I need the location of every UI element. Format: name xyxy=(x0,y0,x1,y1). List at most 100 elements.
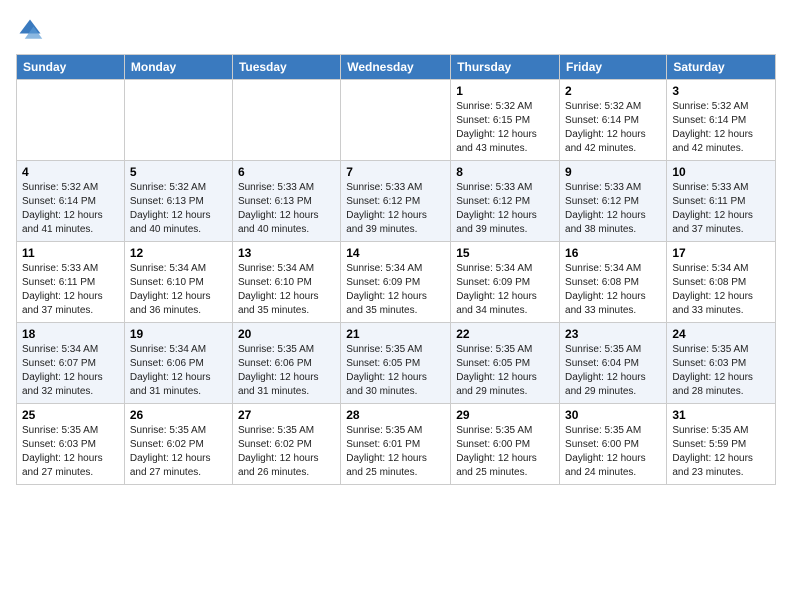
day-header-thursday: Thursday xyxy=(451,55,560,80)
calendar-cell: 19 Sunrise: 5:34 AM Sunset: 6:06 PM Dayli… xyxy=(124,323,232,404)
day-info: Sunrise: 5:34 AM Sunset: 6:07 PM Dayligh… xyxy=(22,343,119,399)
calendar-cell: 6 Sunrise: 5:33 AM Sunset: 6:13 PM Daylig… xyxy=(232,161,340,242)
calendar-cell: 23 Sunrise: 5:35 AM Sunset: 6:04 PM Dayli… xyxy=(560,323,667,404)
day-header-wednesday: Wednesday xyxy=(341,55,451,80)
calendar-week-5: 25 Sunrise: 5:35 AM Sunset: 6:03 PM Dayli… xyxy=(17,404,776,485)
day-header-sunday: Sunday xyxy=(17,55,125,80)
day-number: 4 xyxy=(22,165,119,179)
day-info: Sunrise: 5:33 AM Sunset: 6:11 PM Dayligh… xyxy=(672,181,770,237)
day-info: Sunrise: 5:35 AM Sunset: 6:02 PM Dayligh… xyxy=(130,424,227,480)
day-info: Sunrise: 5:35 AM Sunset: 6:06 PM Dayligh… xyxy=(238,343,335,399)
day-info: Sunrise: 5:35 AM Sunset: 6:05 PM Dayligh… xyxy=(346,343,445,399)
day-number: 28 xyxy=(346,408,445,422)
day-number: 2 xyxy=(565,84,661,98)
calendar-cell: 30Sunrise: 5:35 AM Sunset: 6:00 PM Dayli… xyxy=(560,404,667,485)
logo xyxy=(16,16,46,44)
day-info: Sunrise: 5:35 AM Sunset: 6:04 PM Dayligh… xyxy=(565,343,661,399)
day-info: Sunrise: 5:35 AM Sunset: 6:03 PM Dayligh… xyxy=(22,424,119,480)
day-number: 23 xyxy=(565,327,661,341)
day-info: Sunrise: 5:32 AM Sunset: 6:14 PM Dayligh… xyxy=(672,100,770,156)
day-info: Sunrise: 5:35 AM Sunset: 6:05 PM Dayligh… xyxy=(456,343,554,399)
day-number: 17 xyxy=(672,246,770,260)
day-header-row: SundayMondayTuesdayWednesdayThursdayFrid… xyxy=(17,55,776,80)
day-info: Sunrise: 5:32 AM Sunset: 6:15 PM Dayligh… xyxy=(456,100,554,156)
calendar-cell xyxy=(17,80,125,161)
day-number: 9 xyxy=(565,165,661,179)
day-number: 16 xyxy=(565,246,661,260)
day-info: Sunrise: 5:33 AM Sunset: 6:12 PM Dayligh… xyxy=(456,181,554,237)
day-number: 19 xyxy=(130,327,227,341)
calendar-cell: 14Sunrise: 5:34 AM Sunset: 6:09 PM Dayli… xyxy=(341,242,451,323)
calendar-cell xyxy=(124,80,232,161)
calendar-cell: 18 Sunrise: 5:34 AM Sunset: 6:07 PM Dayli… xyxy=(17,323,125,404)
day-number: 11 xyxy=(22,246,119,260)
day-info: Sunrise: 5:34 AM Sunset: 6:09 PM Dayligh… xyxy=(456,262,554,318)
day-info: Sunrise: 5:35 AM Sunset: 6:03 PM Dayligh… xyxy=(672,343,770,399)
calendar-table: SundayMondayTuesdayWednesdayThursdayFrid… xyxy=(16,54,776,485)
calendar-cell: 25 Sunrise: 5:35 AM Sunset: 6:03 PM Dayli… xyxy=(17,404,125,485)
calendar-cell: 4 Sunrise: 5:32 AM Sunset: 6:14 PM Daylig… xyxy=(17,161,125,242)
day-info: Sunrise: 5:33 AM Sunset: 6:12 PM Dayligh… xyxy=(565,181,661,237)
day-info: Sunrise: 5:32 AM Sunset: 6:13 PM Dayligh… xyxy=(130,181,227,237)
day-number: 1 xyxy=(456,84,554,98)
calendar-cell: 17 Sunrise: 5:34 AM Sunset: 6:08 PM Dayli… xyxy=(667,242,776,323)
day-number: 6 xyxy=(238,165,335,179)
calendar-cell: 22 Sunrise: 5:35 AM Sunset: 6:05 PM Dayli… xyxy=(451,323,560,404)
day-number: 30 xyxy=(565,408,661,422)
day-info: Sunrise: 5:34 AM Sunset: 6:10 PM Dayligh… xyxy=(130,262,227,318)
calendar-cell: 21 Sunrise: 5:35 AM Sunset: 6:05 PM Dayli… xyxy=(341,323,451,404)
calendar-cell: 3 Sunrise: 5:32 AM Sunset: 6:14 PM Daylig… xyxy=(667,80,776,161)
day-info: Sunrise: 5:34 AM Sunset: 6:08 PM Dayligh… xyxy=(565,262,661,318)
day-number: 18 xyxy=(22,327,119,341)
day-info: Sunrise: 5:35 AM Sunset: 6:02 PM Dayligh… xyxy=(238,424,335,480)
day-header-tuesday: Tuesday xyxy=(232,55,340,80)
day-info: Sunrise: 5:34 AM Sunset: 6:06 PM Dayligh… xyxy=(130,343,227,399)
calendar-cell xyxy=(341,80,451,161)
day-number: 20 xyxy=(238,327,335,341)
day-header-friday: Friday xyxy=(560,55,667,80)
calendar-week-4: 18 Sunrise: 5:34 AM Sunset: 6:07 PM Dayli… xyxy=(17,323,776,404)
calendar-cell: 27 Sunrise: 5:35 AM Sunset: 6:02 PM Dayli… xyxy=(232,404,340,485)
calendar-cell: 28Sunrise: 5:35 AM Sunset: 6:01 PM Dayli… xyxy=(341,404,451,485)
calendar-cell: 12Sunrise: 5:34 AM Sunset: 6:10 PM Dayli… xyxy=(124,242,232,323)
calendar-cell: 13Sunrise: 5:34 AM Sunset: 6:10 PM Dayli… xyxy=(232,242,340,323)
calendar-cell: 9 Sunrise: 5:33 AM Sunset: 6:12 PM Daylig… xyxy=(560,161,667,242)
day-number: 25 xyxy=(22,408,119,422)
day-number: 21 xyxy=(346,327,445,341)
day-number: 27 xyxy=(238,408,335,422)
day-info: Sunrise: 5:32 AM Sunset: 6:14 PM Dayligh… xyxy=(565,100,661,156)
calendar-cell: 24Sunrise: 5:35 AM Sunset: 6:03 PM Dayli… xyxy=(667,323,776,404)
day-number: 15 xyxy=(456,246,554,260)
day-info: Sunrise: 5:35 AM Sunset: 6:00 PM Dayligh… xyxy=(456,424,554,480)
day-number: 8 xyxy=(456,165,554,179)
logo-icon xyxy=(16,16,44,44)
day-number: 7 xyxy=(346,165,445,179)
day-number: 3 xyxy=(672,84,770,98)
day-number: 22 xyxy=(456,327,554,341)
calendar-cell: 2 Sunrise: 5:32 AM Sunset: 6:14 PM Daylig… xyxy=(560,80,667,161)
page-header xyxy=(16,16,776,44)
day-info: Sunrise: 5:33 AM Sunset: 6:11 PM Dayligh… xyxy=(22,262,119,318)
calendar-cell xyxy=(232,80,340,161)
calendar-cell: 10 Sunrise: 5:33 AM Sunset: 6:11 PM Dayli… xyxy=(667,161,776,242)
day-number: 29 xyxy=(456,408,554,422)
day-number: 5 xyxy=(130,165,227,179)
day-number: 13 xyxy=(238,246,335,260)
day-info: Sunrise: 5:35 AM Sunset: 5:59 PM Dayligh… xyxy=(672,424,770,480)
calendar-week-1: 1 Sunrise: 5:32 AM Sunset: 6:15 PM Daylig… xyxy=(17,80,776,161)
day-number: 10 xyxy=(672,165,770,179)
day-info: Sunrise: 5:33 AM Sunset: 6:13 PM Dayligh… xyxy=(238,181,335,237)
calendar-week-2: 4 Sunrise: 5:32 AM Sunset: 6:14 PM Daylig… xyxy=(17,161,776,242)
day-info: Sunrise: 5:34 AM Sunset: 6:08 PM Dayligh… xyxy=(672,262,770,318)
calendar-cell: 16 Sunrise: 5:34 AM Sunset: 6:08 PM Dayli… xyxy=(560,242,667,323)
calendar-cell: 1 Sunrise: 5:32 AM Sunset: 6:15 PM Daylig… xyxy=(451,80,560,161)
day-header-monday: Monday xyxy=(124,55,232,80)
day-info: Sunrise: 5:34 AM Sunset: 6:09 PM Dayligh… xyxy=(346,262,445,318)
day-info: Sunrise: 5:32 AM Sunset: 6:14 PM Dayligh… xyxy=(22,181,119,237)
calendar-cell: 20 Sunrise: 5:35 AM Sunset: 6:06 PM Dayli… xyxy=(232,323,340,404)
calendar-cell: 8 Sunrise: 5:33 AM Sunset: 6:12 PM Daylig… xyxy=(451,161,560,242)
day-info: Sunrise: 5:33 AM Sunset: 6:12 PM Dayligh… xyxy=(346,181,445,237)
calendar-cell: 15 Sunrise: 5:34 AM Sunset: 6:09 PM Dayli… xyxy=(451,242,560,323)
day-number: 26 xyxy=(130,408,227,422)
calendar-cell: 11 Sunrise: 5:33 AM Sunset: 6:11 PM Dayli… xyxy=(17,242,125,323)
